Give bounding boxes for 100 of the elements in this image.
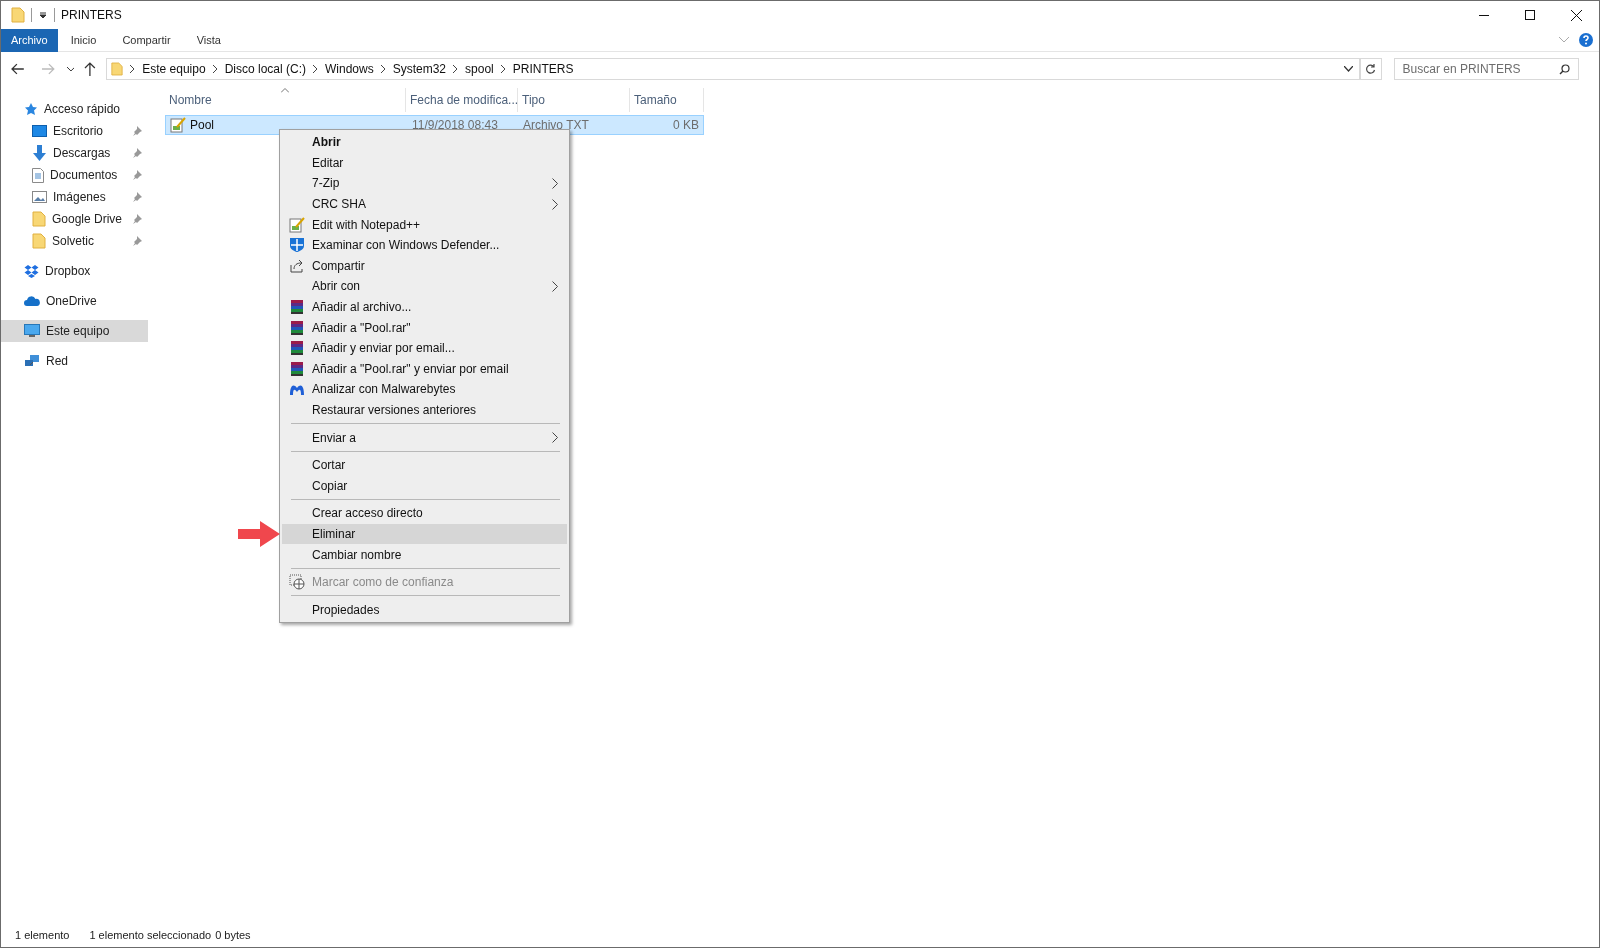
sort-caret-icon [281, 88, 289, 93]
chevron-right-icon [313, 65, 318, 73]
archive-books-icon [289, 360, 305, 377]
breadcrumb-item[interactable]: Disco local (C:) [224, 60, 306, 78]
pin-icon[interactable] [132, 170, 142, 180]
network-icon [24, 354, 40, 368]
menu-item[interactable]: Propiedades [282, 599, 567, 621]
ribbon-tab[interactable]: Archivo [1, 28, 58, 52]
folder-icon [32, 211, 46, 227]
pin-icon[interactable] [132, 126, 142, 136]
archive-books-icon [289, 340, 305, 357]
refresh-button[interactable] [1359, 58, 1382, 80]
column-header[interactable]: Tamaño [630, 88, 704, 112]
table-cell-text: Archivo TXT [522, 117, 590, 134]
back-arrow-icon[interactable] [11, 63, 25, 75]
sidebar-item[interactable]: Este equipo [1, 320, 148, 342]
folder-icon [32, 233, 46, 249]
chevron-right-icon [130, 65, 136, 73]
archive-books-icon [289, 319, 305, 336]
forward-arrow-icon[interactable] [40, 63, 55, 75]
search-field[interactable]: Buscar en PRINTERS [1393, 58, 1579, 80]
menu-item[interactable]: Añadir y enviar por email... [282, 337, 567, 359]
close-icon [1570, 9, 1582, 21]
computer-icon [24, 324, 40, 338]
pointer-arrow-icon [238, 520, 280, 547]
column-header[interactable]: Fecha de modifica... [406, 88, 518, 112]
breadcrumb-item[interactable]: Este equipo [142, 60, 206, 78]
file-name: Pool [190, 117, 215, 134]
star-icon [24, 102, 38, 116]
up-arrow-icon[interactable] [84, 62, 97, 76]
menu-item[interactable]: Añadir a "Pool.rar" [282, 317, 567, 338]
archive-books-icon [289, 299, 305, 316]
column-header[interactable]: Tipo [518, 88, 630, 112]
pin-icon[interactable] [132, 148, 142, 158]
breadcrumb-item[interactable]: PRINTERS [512, 60, 574, 78]
menu-item[interactable]: Cambiar nombre [282, 544, 567, 565]
menu-item[interactable]: Enviar a [282, 427, 567, 448]
search-input[interactable]: Buscar en PRINTERS [1402, 60, 1559, 78]
table-cell-text: 11/9/2018 08:43 [411, 117, 499, 134]
sidebar-item[interactable]: Red [1, 350, 148, 372]
breadcrumb-item[interactable]: System32 [392, 60, 447, 78]
sidebar-item[interactable]: Imágenes [1, 186, 148, 208]
menu-item[interactable]: Abrir con [282, 276, 567, 297]
pin-icon[interactable] [132, 192, 142, 202]
status-text: 0 bytes [215, 927, 251, 943]
menu-item[interactable]: Crear acceso directo [282, 503, 567, 524]
menu-item[interactable]: Editar [282, 152, 567, 174]
ribbon-tab[interactable]: Inicio [57, 28, 110, 52]
search-icon [1559, 63, 1570, 75]
table-cell-text: 0 KB [672, 117, 700, 134]
pin-icon[interactable] [132, 236, 142, 246]
menu-item[interactable]: Cortar [282, 454, 567, 476]
address-bar[interactable]: Este equipo Disco local (C:) Windows System32 spool PRINTERS [106, 58, 1360, 80]
status-text: 1 elemento seleccionado [89, 927, 212, 943]
breadcrumb-item[interactable]: Windows [325, 60, 374, 78]
ribbon-tab[interactable]: Vista [183, 28, 234, 52]
menu-item[interactable]: Añadir a "Pool.rar" y enviar por email [282, 358, 567, 380]
menu-item[interactable]: Añadir al archivo... [282, 296, 567, 318]
menu-item[interactable]: 7-Zip [282, 173, 567, 194]
recent-dropdown-icon[interactable] [66, 66, 75, 72]
chevron-right-icon [453, 65, 459, 73]
status-text: 1 elemento [15, 927, 70, 943]
menu-item[interactable]: Abrir [282, 132, 567, 153]
refresh-icon [1365, 63, 1377, 75]
maximize-icon [1525, 10, 1535, 20]
chevron-right-icon [212, 65, 218, 73]
sidebar-item[interactable]: Solvetic [1, 230, 148, 252]
breadcrumb-item[interactable]: spool [465, 60, 494, 78]
menu-item[interactable]: Restaurar versiones anteriores [282, 399, 567, 421]
sidebar-item[interactable]: Descargas [1, 142, 148, 164]
sidebar-item[interactable]: Acceso rápido [1, 98, 148, 120]
sidebar-item[interactable]: Dropbox [1, 260, 148, 282]
quick-access-dropdown-icon[interactable] [38, 10, 48, 20]
sidebar-item[interactable]: Google Drive [1, 208, 148, 230]
window-title: PRINTERS [61, 7, 122, 24]
expand-ribbon-icon[interactable] [1559, 37, 1569, 43]
chevron-right-icon [500, 65, 506, 73]
down-arrow-icon [32, 145, 47, 161]
share-icon [289, 257, 305, 274]
image-icon [32, 191, 47, 203]
column-header[interactable]: Nombre [165, 88, 406, 112]
menu-item[interactable]: Compartir [282, 255, 567, 277]
cloud-icon [24, 295, 40, 307]
shield-icon [289, 237, 305, 254]
folder-icon [111, 61, 124, 77]
menu-item[interactable]: Copiar [282, 475, 567, 497]
pin-icon[interactable] [132, 214, 142, 224]
address-dropdown-icon[interactable] [1343, 66, 1353, 72]
sidebar-item[interactable]: OneDrive [1, 290, 148, 312]
folder-icon [11, 7, 25, 23]
help-icon[interactable] [1579, 33, 1593, 47]
menu-item[interactable]: Examinar con Windows Defender... [282, 234, 567, 256]
sidebar-item[interactable]: Escritorio [1, 120, 148, 142]
menu-item[interactable]: Analizar con Malwarebytes [282, 379, 567, 400]
ribbon-tab[interactable]: Compartir [109, 28, 184, 52]
menu-item[interactable]: Edit with Notepad++ [282, 214, 567, 235]
sidebar-item[interactable]: Documentos [1, 164, 148, 186]
document-icon [32, 167, 44, 183]
minimize-icon [1479, 14, 1489, 16]
menu-item[interactable]: CRC SHA [282, 193, 567, 215]
